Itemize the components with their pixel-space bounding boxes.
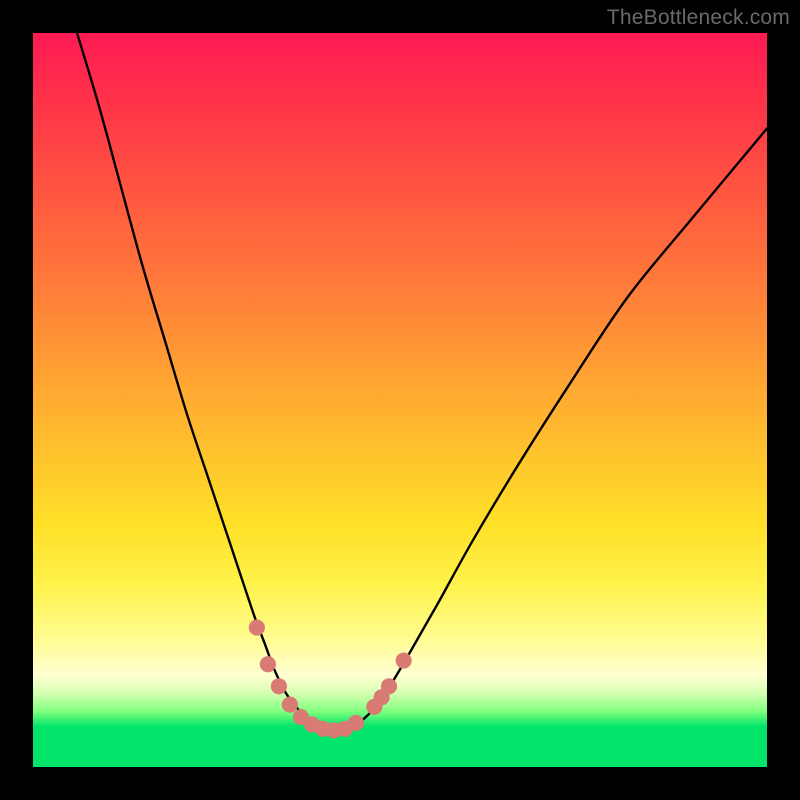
- curve-layer: [33, 33, 767, 767]
- chart-frame: TheBottleneck.com: [0, 0, 800, 800]
- marker-point: [271, 678, 287, 694]
- marker-point: [249, 619, 265, 635]
- marker-point: [348, 715, 364, 731]
- marker-point: [260, 656, 276, 672]
- watermark-text: TheBottleneck.com: [607, 6, 790, 30]
- marker-point: [396, 653, 412, 669]
- marker-point: [381, 678, 397, 694]
- marker-point: [282, 697, 298, 713]
- bottleneck-curve: [77, 33, 767, 731]
- curve-markers: [249, 619, 412, 738]
